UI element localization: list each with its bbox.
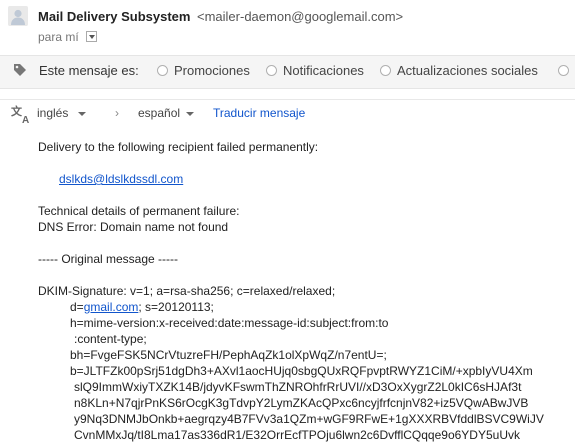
svg-text:A: A	[22, 115, 29, 124]
show-details-dropdown-button[interactable]	[86, 31, 97, 42]
dkim-signature-line: n8KLn+N7qjrPnKS6rOcgK3gTdvpY2LymZKAcQPxc…	[74, 396, 529, 410]
dkim-headers-line: h=mime-version:x-received:date:message-i…	[70, 316, 389, 330]
dkim-domain-line: d=gmail.com; s=20120113;	[70, 300, 214, 314]
recipients-line: para mí	[38, 30, 79, 44]
dkim-d-prefix: d=	[70, 300, 84, 314]
sender-name: Mail Delivery Subsystem	[38, 9, 191, 24]
chevron-down-icon	[186, 112, 194, 116]
category-option-promociones[interactable]: Promociones	[174, 63, 250, 78]
dkim-body-hash: bh=FvgeFSK5NCrVtuzreFH/PephAqZk1olXpWqZ/…	[70, 348, 387, 362]
category-option-notificaciones[interactable]: Notificaciones	[283, 63, 364, 78]
radio-actualizaciones-sociales[interactable]	[380, 65, 391, 76]
dkim-line: DKIM-Signature: v=1; a=rsa-sha256; c=rel…	[38, 284, 336, 298]
original-message-heading: ----- Original message -----	[38, 252, 179, 266]
chevron-down-icon	[78, 112, 86, 116]
dkim-d-suffix: ; s=20120113;	[138, 300, 214, 314]
tag-icon	[13, 63, 27, 77]
avatar	[8, 6, 28, 26]
category-prompt: Este mensaje es:	[39, 63, 139, 78]
dkim-signature-line: y9Nq3DNMJbOnkb+aegrqzy4B7FVv3a1QZm+wGF9R…	[74, 412, 544, 426]
target-language-label: español	[138, 106, 181, 120]
dkim-headers-line-2: :content-type;	[74, 332, 147, 346]
source-language-select[interactable]: inglés	[37, 106, 86, 120]
dkim-signature-line: b=JLTFZk00pSrj51dgDh3+AXvl1aocHUjq0sbgQU…	[70, 364, 533, 378]
category-option-actualizaciones-sociales[interactable]: Actualizaciones sociales	[397, 63, 538, 78]
target-language-select[interactable]: español	[138, 106, 194, 120]
translate-message-link[interactable]: Traducir mensaje	[213, 106, 305, 120]
failure-intro: Delivery to the following recipient fail…	[38, 140, 319, 154]
dkim-domain-link[interactable]: gmail.com	[84, 300, 139, 314]
translate-icon: 文 A	[11, 104, 33, 126]
radio-promociones[interactable]	[157, 65, 168, 76]
divider	[0, 99, 575, 100]
dns-error: DNS Error: Domain name not found	[38, 220, 229, 234]
dkim-signature-line: CvnMMxJq/tI8Lma17as336dR1/E32OrrEcfTPOju…	[74, 428, 520, 442]
recipient-link[interactable]: dslkds@ldslkdssdl.com	[59, 172, 183, 186]
sender-email: <mailer-daemon@googlemail.com>	[197, 9, 404, 24]
arrow-right-icon: ›	[115, 106, 119, 120]
source-language-label: inglés	[37, 106, 69, 120]
dkim-signature-line: slQ9ImmWxiyTXZK14B/jdyvKFswmThZNROhfrRrU…	[74, 380, 522, 394]
details-heading: Technical details of permanent failure:	[38, 204, 240, 218]
radio-notificaciones[interactable]	[266, 65, 277, 76]
radio-more-option[interactable]	[558, 65, 569, 76]
